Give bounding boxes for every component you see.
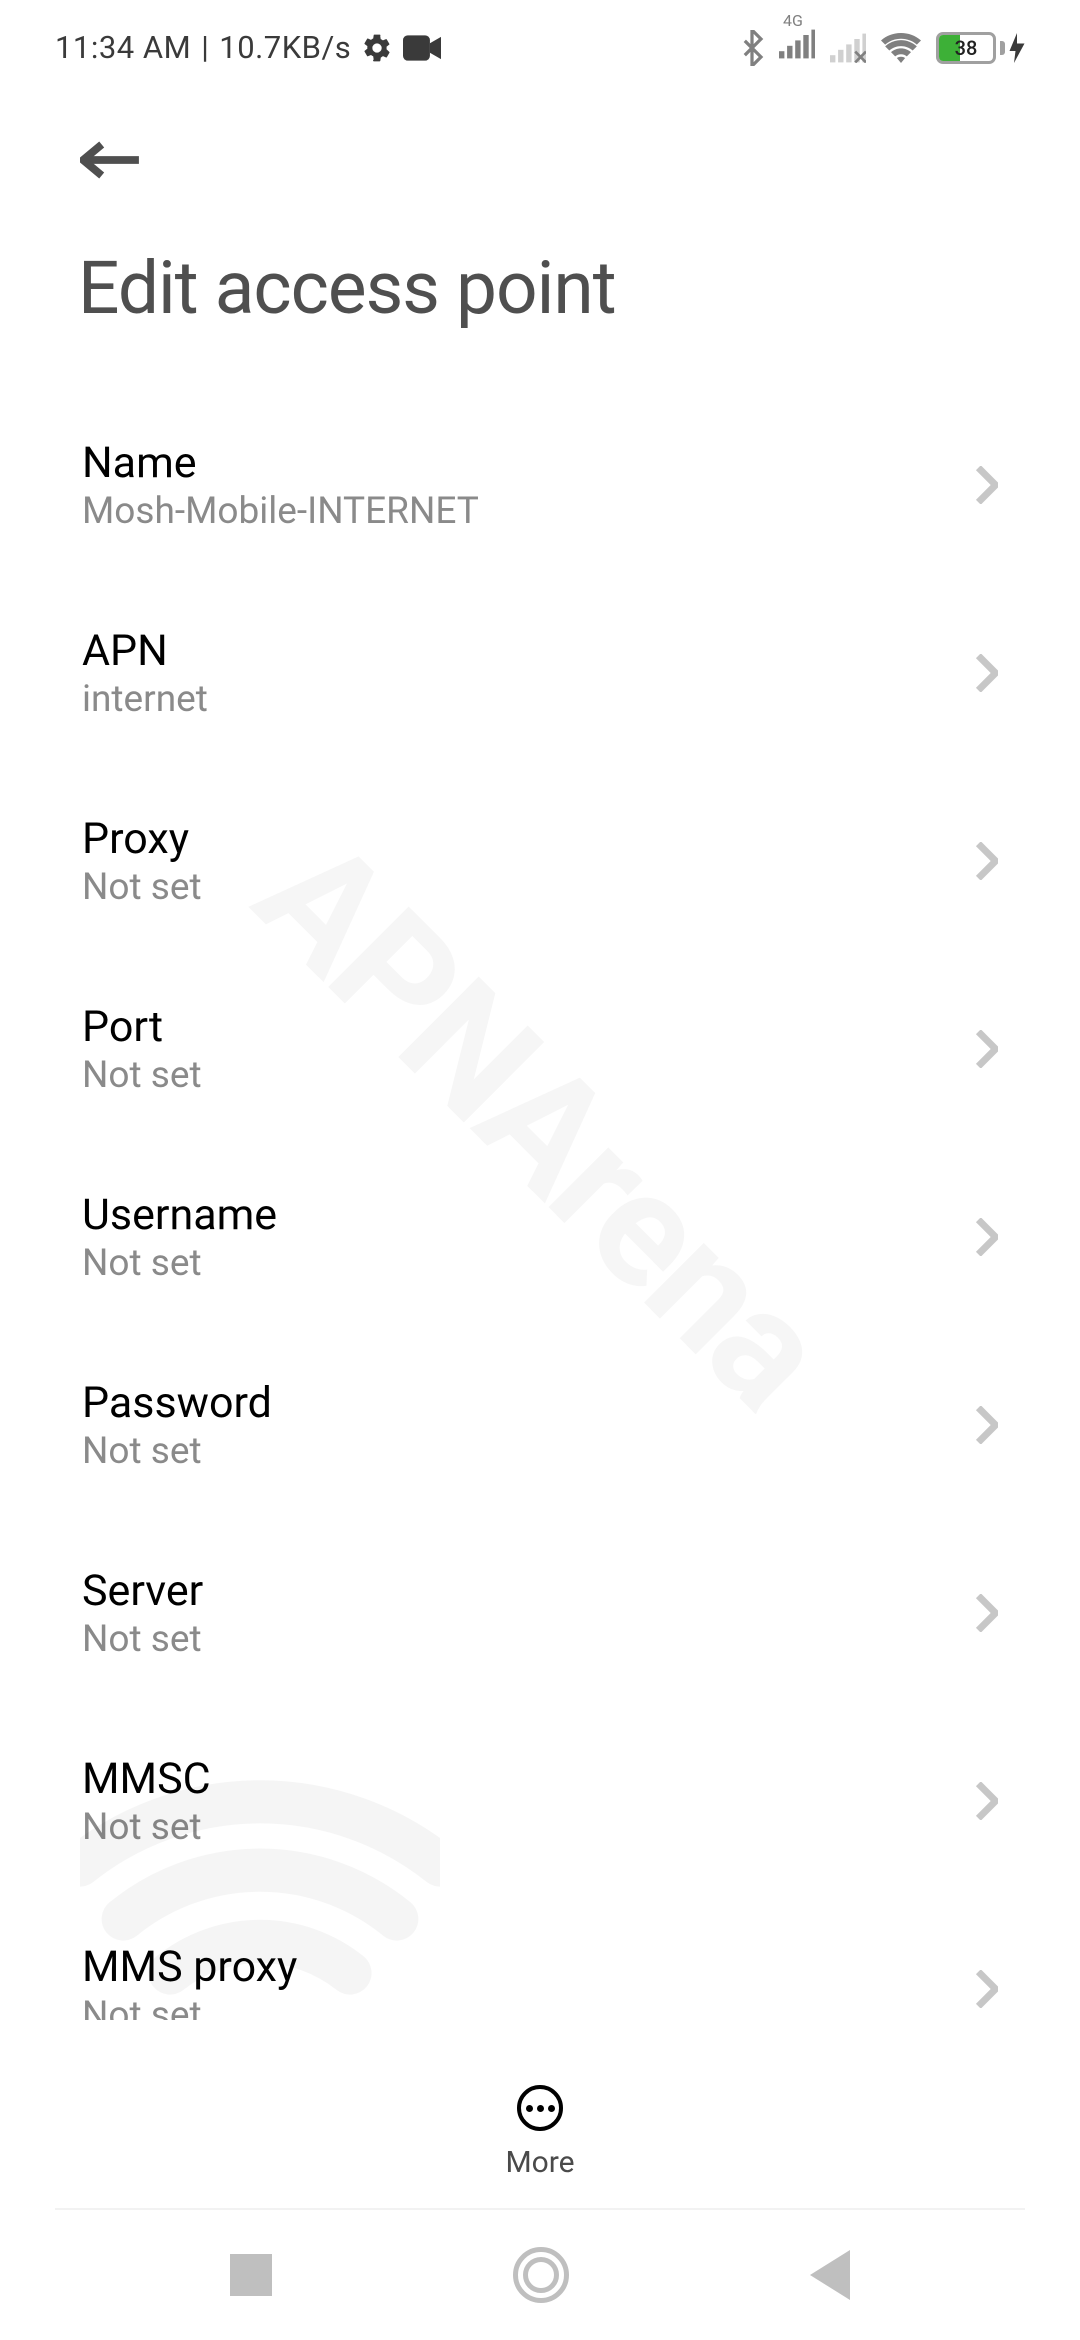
battery-percent: 38 xyxy=(939,36,993,60)
item-value: Not set xyxy=(82,1430,272,1473)
chevron-right-icon xyxy=(976,1406,998,1444)
chevron-right-icon xyxy=(976,842,998,880)
item-label: Port xyxy=(82,1002,202,1052)
nav-home-button[interactable] xyxy=(513,2247,569,2303)
wifi-icon xyxy=(881,32,921,64)
item-label: MMS proxy xyxy=(82,1942,297,1992)
status-right: 4G 38 xyxy=(740,29,1025,67)
chevron-right-icon xyxy=(976,1782,998,1820)
item-value: internet xyxy=(82,678,208,721)
list-item-name[interactable]: Name Mosh-Mobile-INTERNET xyxy=(82,391,998,579)
camera-icon xyxy=(403,35,441,61)
settings-list: Name Mosh-Mobile-INTERNET APN internet P… xyxy=(0,391,1080,2020)
status-bar: 11:34 AM | 10.7KB/s 4G 38 xyxy=(0,0,1080,95)
list-item-mms-proxy[interactable]: MMS proxy Not set xyxy=(82,1895,998,2020)
bluetooth-icon xyxy=(740,30,764,66)
nav-back-button[interactable] xyxy=(810,2250,850,2300)
more-button[interactable] xyxy=(517,2085,563,2131)
chevron-right-icon xyxy=(976,654,998,692)
status-divider: | xyxy=(201,29,209,66)
more-label: More xyxy=(505,2145,574,2180)
charging-icon xyxy=(1009,33,1025,63)
header-bar xyxy=(0,95,1080,225)
list-item-username[interactable]: Username Not set xyxy=(82,1143,998,1331)
item-value: Not set xyxy=(82,1806,211,1849)
item-label: Server xyxy=(82,1566,203,1616)
item-label: Password xyxy=(82,1378,272,1428)
item-label: Name xyxy=(82,438,479,488)
system-nav-bar xyxy=(0,2210,1080,2340)
item-value: Not set xyxy=(82,1242,277,1285)
item-value: Mosh-Mobile-INTERNET xyxy=(82,490,479,533)
item-label: Proxy xyxy=(82,814,202,864)
item-label: Username xyxy=(82,1190,277,1240)
chevron-right-icon xyxy=(976,1030,998,1068)
back-arrow-icon[interactable] xyxy=(80,140,142,180)
chevron-right-icon xyxy=(976,1594,998,1632)
bottom-action-bar: More xyxy=(0,2085,1080,2200)
chevron-right-icon xyxy=(976,1218,998,1256)
chevron-right-icon xyxy=(976,466,998,504)
signal-sim1-icon xyxy=(779,29,815,59)
status-left: 11:34 AM | 10.7KB/s xyxy=(55,29,441,66)
page-title: Edit access point xyxy=(0,245,1080,331)
item-value: Not set xyxy=(82,866,202,909)
list-item-proxy[interactable]: Proxy Not set xyxy=(82,767,998,955)
item-label: MMSC xyxy=(82,1754,211,1804)
status-speed: 10.7KB/s xyxy=(219,29,351,66)
nav-recent-button[interactable] xyxy=(230,2254,272,2296)
list-item-mmsc[interactable]: MMSC Not set xyxy=(82,1707,998,1895)
item-value: Not set xyxy=(82,1994,297,2021)
status-time: 11:34 AM xyxy=(55,29,191,66)
gear-icon xyxy=(361,32,393,64)
list-item-server[interactable]: Server Not set xyxy=(82,1519,998,1707)
list-item-apn[interactable]: APN internet xyxy=(82,579,998,767)
list-item-password[interactable]: Password Not set xyxy=(82,1331,998,1519)
main-content: Edit access point APNArena Name Mosh-Mob… xyxy=(0,225,1080,2020)
signal-sim2-icon xyxy=(830,33,866,63)
item-label: APN xyxy=(82,626,208,676)
list-item-port[interactable]: Port Not set xyxy=(82,955,998,1143)
network-type-label: 4G xyxy=(783,11,803,30)
chevron-right-icon xyxy=(976,1970,998,2008)
battery-indicator: 38 xyxy=(936,32,1025,64)
item-value: Not set xyxy=(82,1618,203,1661)
item-value: Not set xyxy=(82,1054,202,1097)
